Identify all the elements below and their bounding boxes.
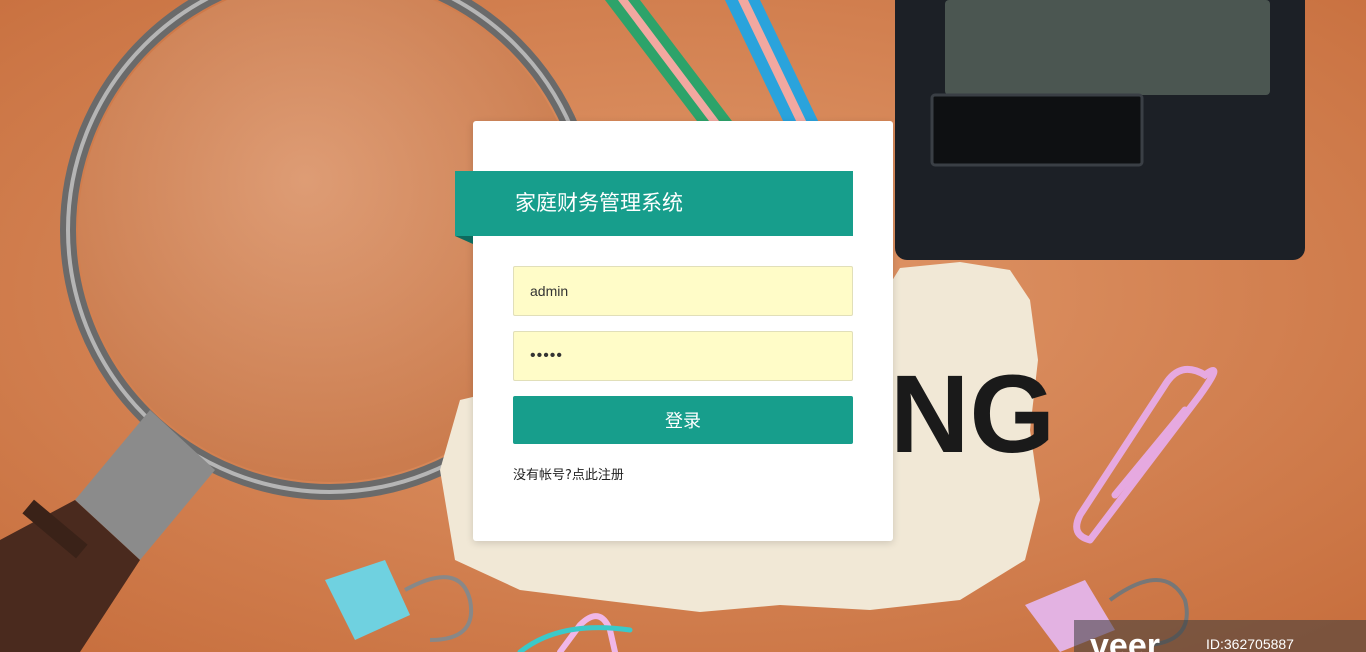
login-card: 家庭财务管理系统 登录 没有帐号?点此注册 xyxy=(455,121,893,541)
register-link[interactable]: 没有帐号?点此注册 xyxy=(513,468,624,483)
username-input[interactable] xyxy=(513,266,853,316)
login-button[interactable]: 登录 xyxy=(513,396,853,444)
svg-text:NG: NG xyxy=(890,353,1055,476)
watermark-logo: veer xyxy=(1090,627,1160,652)
calculator-graphic xyxy=(895,0,1305,260)
login-page: NG 家庭财务管理系统 登录 没有帐号?点此注册 veer ID:3627058… xyxy=(0,0,1366,652)
register-row: 没有帐号?点此注册 xyxy=(513,464,624,483)
stock-watermark: veer ID:362705887 xyxy=(1074,620,1366,652)
app-title: 家庭财务管理系统 xyxy=(455,171,853,244)
watermark-id: ID:362705887 xyxy=(1206,636,1294,652)
password-input[interactable] xyxy=(513,331,853,381)
